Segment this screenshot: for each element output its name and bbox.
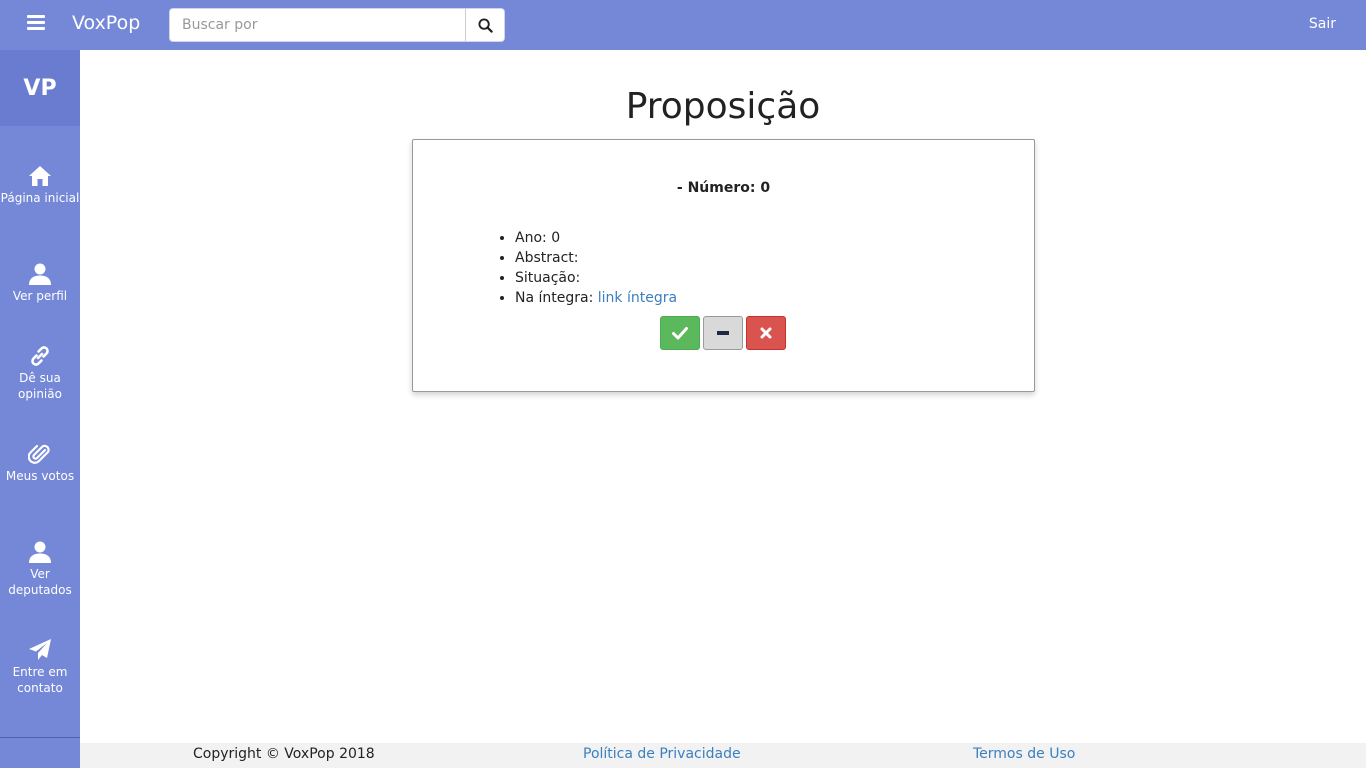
neutral-button[interactable]: [703, 316, 743, 350]
terms-of-use-link[interactable]: Termos de Uso: [973, 746, 1075, 762]
proposition-details: Ano: 0 Abstract: Situação: Na íntegra: l…: [515, 228, 677, 308]
search-input[interactable]: [170, 9, 465, 41]
sidebar-item-label: Ver perfil: [12, 289, 68, 303]
sidebar-item-profile[interactable]: Ver perfil: [0, 262, 80, 304]
proposition-number: - Número: 0: [676, 180, 771, 196]
sidebar-item-label: Meus votos: [5, 469, 75, 483]
paper-plane-icon: [29, 639, 51, 660]
top-navbar: VoxPop Sair: [0, 0, 1366, 50]
field-label: Abstract:: [515, 250, 579, 266]
vote-buttons: [660, 316, 786, 350]
sidebar-item-label: Ver deputados: [8, 567, 72, 597]
check-icon: [672, 327, 688, 340]
sidebar-item-opinion[interactable]: Dê sua opinião: [0, 344, 80, 402]
sidebar-item-contact[interactable]: Entre em contato: [0, 638, 80, 696]
approve-button[interactable]: [660, 316, 700, 350]
link-icon: [31, 346, 49, 366]
sidebar-item-label: Entre em contato: [12, 665, 68, 695]
minus-icon: [717, 331, 729, 335]
copyright-text: Copyright © VoxPop 2018: [193, 746, 375, 762]
search-button[interactable]: [465, 9, 504, 41]
user-icon: [29, 263, 51, 285]
sidebar-logo[interactable]: VP: [0, 50, 80, 126]
field-value: 0: [551, 230, 561, 246]
sidebar-item-home[interactable]: Página inicial: [0, 164, 80, 206]
list-item: Ano: 0: [515, 228, 677, 248]
footer: Copyright © VoxPop 2018 Política de Priv…: [80, 743, 1366, 768]
page-title: Proposição: [625, 86, 821, 127]
sidebar-item-votes[interactable]: Meus votos: [0, 442, 80, 484]
user-icon: [29, 541, 51, 563]
field-label: Na íntegra:: [515, 290, 594, 306]
sidebar-item-label: Dê sua opinião: [18, 371, 62, 401]
sidebar: VP Página inicial Ver perfil Dê sua opin…: [0, 50, 80, 768]
sidebar-item-label: Página inicial: [0, 191, 80, 205]
sidebar-divider: [0, 737, 80, 738]
privacy-policy-link[interactable]: Política de Privacidade: [583, 746, 741, 762]
field-label: Ano:: [515, 230, 547, 246]
close-icon: [760, 327, 772, 339]
search-icon: [477, 17, 493, 33]
paperclip-icon: [28, 444, 50, 464]
search-bar: [169, 8, 505, 42]
sidebar-item-deputies[interactable]: Ver deputados: [0, 540, 80, 598]
home-icon: [29, 166, 51, 186]
list-item: Na íntegra: link íntegra: [515, 288, 677, 308]
hamburger-menu-icon[interactable]: [27, 15, 45, 33]
field-label: Situação:: [515, 270, 581, 286]
proposition-card: - Número: 0 Ano: 0 Abstract: Situação: N…: [412, 139, 1035, 392]
brand-link[interactable]: VoxPop: [72, 12, 140, 34]
reject-button[interactable]: [746, 316, 786, 350]
full-text-link[interactable]: link íntegra: [598, 290, 677, 306]
list-item: Situação:: [515, 268, 677, 288]
logout-link[interactable]: Sair: [1309, 16, 1336, 32]
list-item: Abstract:: [515, 248, 677, 268]
